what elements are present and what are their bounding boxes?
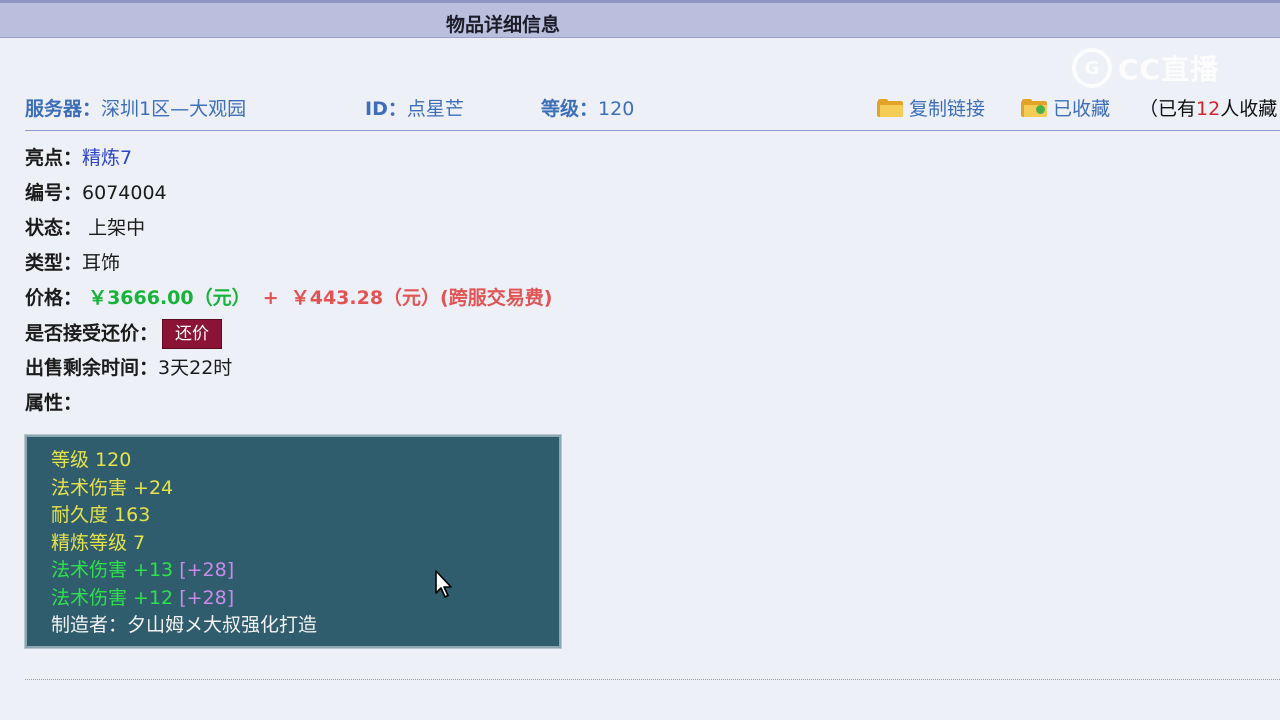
attributes-label: 属性： [25,392,83,414]
folder-favorite-icon [1021,98,1047,117]
attr-line: 法术伤害 +24 [51,476,174,499]
bottom-divider [25,679,1280,680]
attr-line: 法术伤害 +13 [+28] [51,557,559,585]
bargain-label: 是否接受还价： [25,322,159,345]
attr-main: 法术伤害 +13 [51,559,174,581]
collect-prefix: （已有 [1139,98,1197,120]
status-label: 状态： [25,217,83,239]
attr-bonus: [+28] [179,559,235,581]
server-info: 服务器：深圳1区—大观园 [25,94,246,121]
attr-main: 法术伤害 +12 [51,586,174,609]
item-info-bar: 服务器：深圳1区—大观园 ID：点星芒 等级：120 复制链接 已收藏 （已有1… [25,92,1280,122]
id-info: ID：点星芒 [365,94,464,121]
type-label: 类型： [25,252,83,274]
level-info: 等级：120 [541,94,634,121]
number-row: 编号：6074004 [25,179,552,214]
server-value: 深圳1区—大观园 [101,98,247,120]
collect-number: 12 [1196,98,1221,120]
highlight-row: 亮点：精炼7 [25,144,552,179]
price-fee: ￥443.28（元）(跨服交易费) [290,287,553,309]
cc-logo-text: CC直播 [1118,53,1220,86]
collect-count: （已有12人收藏 [1139,94,1277,121]
number-label: 编号： [25,182,83,204]
type-value: 耳饰 [82,252,121,274]
id-label: ID： [365,98,407,120]
bargain-button[interactable]: 还价 [162,319,223,349]
remaining-value: 3天22时 [158,357,233,379]
highlight-value: 精炼7 [82,147,133,169]
attr-line: 法术伤害 +12 [+28] [51,585,559,613]
attributes-panel: 等级 120 法术伤害 +24 耐久度 163 精炼等级 7 法术伤害 +13 … [24,434,562,649]
type-row: 类型：耳饰 [25,249,552,284]
cc-live-watermark: G CC直播 [1072,46,1219,90]
attr-line: 耐久度 163 [51,504,151,526]
collect-suffix: 人收藏 [1220,98,1278,120]
remaining-label: 出售剩余时间： [25,357,159,379]
price-row: 价格： ￥3666.00（元） + ￥443.28（元）(跨服交易费) [25,284,552,319]
attr-line: 精炼等级 7 [51,531,146,554]
folder-link-icon [877,98,903,117]
favorite-button[interactable]: 已收藏 [1021,94,1110,121]
favorite-label: 已收藏 [1053,98,1111,120]
status-value: 上架中 [88,217,146,239]
level-value: 120 [598,98,635,120]
mouse-cursor-icon [435,570,452,598]
status-row: 状态： 上架中 [25,214,552,249]
copy-link-label: 复制链接 [909,98,986,120]
highlight-label: 亮点： [25,147,83,169]
attr-bonus: [+28] [179,586,235,609]
bargain-row: 是否接受还价： 还价 [25,319,552,354]
copy-link-button[interactable]: 复制链接 [877,94,985,121]
cc-logo-icon: G [1072,48,1112,88]
remaining-time-row: 出售剩余时间：3天22时 [25,354,552,389]
number-value: 6074004 [82,182,167,204]
maker-line: 制造者：夕山姆メ大叔强化打造 [51,614,318,636]
attributes-row: 属性： [25,389,552,424]
price-plus: + [262,287,279,309]
item-fields: 亮点：精炼7 编号：6074004 状态： 上架中 类型：耳饰 价格： ￥366… [25,144,552,424]
id-value: 点星芒 [406,98,464,120]
title-bar: 物品详细信息 [0,0,1280,38]
info-divider [25,130,1280,131]
level-label: 等级： [541,98,599,120]
attr-line: 等级 120 [51,449,132,471]
price-main: ￥3666.00（元） [88,287,251,309]
page-title: 物品详细信息 [446,14,561,36]
server-label: 服务器： [25,98,102,120]
price-label: 价格： [25,287,83,309]
